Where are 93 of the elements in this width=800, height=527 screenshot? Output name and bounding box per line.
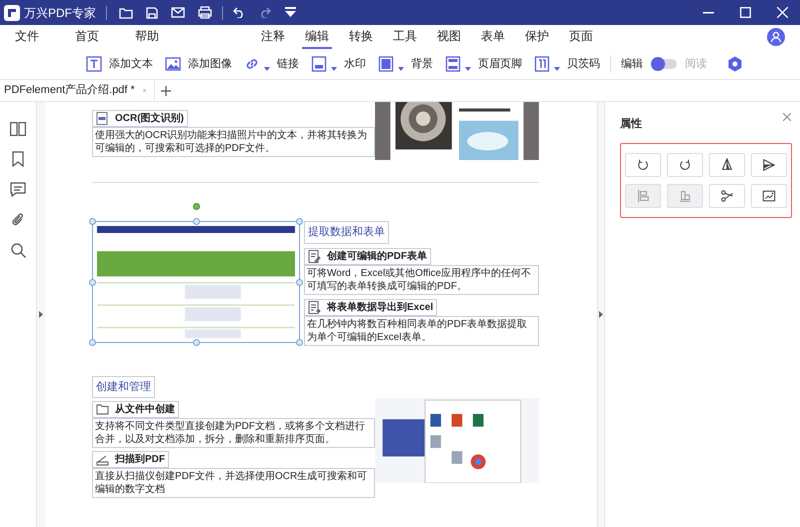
feature-description: 直接从扫描仪创建PDF文件，并选择使用OCR生成可搜索和可编辑的数字文档 xyxy=(92,468,376,498)
bookmark-icon[interactable] xyxy=(12,151,24,167)
document-export-icon xyxy=(308,300,321,314)
feature-title: 扫描到PDF xyxy=(92,451,169,468)
menu-tab[interactable]: 转换 xyxy=(346,25,376,49)
tool-button[interactable] xyxy=(625,152,661,176)
menu-item[interactable]: 文件 xyxy=(12,25,42,49)
link-icon xyxy=(244,56,260,72)
rotate-right-icon xyxy=(678,158,692,172)
feature-description: 使用强大的OCR识别功能来扫描照片中的文本，并将其转换为可编辑的，可搜索和可选择的PDF文件。 xyxy=(92,127,376,157)
maximize-icon[interactable] xyxy=(740,7,751,18)
paperclip-icon[interactable] xyxy=(11,212,25,228)
tool-button[interactable] xyxy=(709,184,745,208)
folder-icon[interactable] xyxy=(119,6,133,18)
toolbar-button[interactable]: 背景 xyxy=(378,56,433,72)
menu-tab[interactable]: 编辑 xyxy=(302,25,332,49)
feature-description: 在几秒钟内将数百种相同表单的PDF表单数据提取为单个可编辑的Excel表单。 xyxy=(304,316,539,346)
resize-handle[interactable] xyxy=(193,339,200,346)
toolbar-button[interactable]: 贝茨码 xyxy=(534,56,600,72)
resize-handle[interactable] xyxy=(296,339,303,346)
menu-tab[interactable]: 注释 xyxy=(258,25,288,49)
tool-button[interactable] xyxy=(709,152,745,176)
menu-tab[interactable]: 工具 xyxy=(390,25,420,49)
align-left-icon xyxy=(636,188,650,202)
mail-icon[interactable] xyxy=(171,7,185,18)
toolbar-button[interactable]: 水印 xyxy=(311,56,366,72)
resize-handle[interactable] xyxy=(193,218,200,225)
feature-description: 可将Word，Excel或其他Office应用程序中的任何不可填写的表单转换成可编辑的PDF。 xyxy=(304,264,539,294)
feature-title: 将表单数据导出到Excel xyxy=(304,298,438,316)
panel-title: 属性 xyxy=(620,116,642,132)
toolbar-button[interactable]: 页眉页脚 xyxy=(445,56,522,72)
close-icon[interactable] xyxy=(777,7,788,18)
image-icon xyxy=(165,56,181,72)
resize-handle[interactable] xyxy=(296,279,303,286)
watermark-icon xyxy=(311,56,327,72)
feature-title: OCR(图文识别) xyxy=(92,110,188,127)
menu-item[interactable]: 帮助 xyxy=(132,25,162,49)
feature-title: 创建可编辑的PDF表单 xyxy=(304,248,431,264)
feature-description: 支持将不同文件类型直接创建为PDF文档，或将多个文档进行合并，以及对文档添加，拆分，删除和重新排序页面。 xyxy=(92,418,376,448)
print-icon[interactable] xyxy=(198,6,212,19)
search-icon[interactable] xyxy=(10,243,26,258)
image-replace-icon xyxy=(762,188,776,202)
tool-button[interactable] xyxy=(751,184,787,208)
mode-toggle[interactable] xyxy=(651,59,677,69)
resize-handle[interactable] xyxy=(89,218,96,225)
save-icon[interactable] xyxy=(146,6,158,18)
menu-tab[interactable]: 页面 xyxy=(566,25,596,49)
plus-icon xyxy=(161,86,171,96)
menu-tab[interactable]: 视图 xyxy=(434,25,464,49)
undo-icon[interactable] xyxy=(233,7,245,18)
document-icon xyxy=(96,112,109,125)
rotate-left-icon xyxy=(636,158,650,172)
expand-arrow-icon[interactable] xyxy=(39,311,43,318)
section-heading: 提取数据和表单 xyxy=(304,221,389,244)
menu-tab[interactable]: 表单 xyxy=(478,25,508,49)
close-tab-icon[interactable] xyxy=(142,87,146,94)
rotate-handle[interactable] xyxy=(193,203,200,210)
comment-icon[interactable] xyxy=(10,182,26,197)
background-icon xyxy=(378,56,394,72)
resize-handle[interactable] xyxy=(89,279,96,286)
dropdown-icon[interactable] xyxy=(285,7,296,18)
folder-icon xyxy=(96,403,109,416)
tool-button[interactable] xyxy=(667,152,703,176)
header-footer-icon xyxy=(445,56,461,72)
resize-handle[interactable] xyxy=(296,218,303,225)
edit-mode-label: 编辑 xyxy=(621,56,643,72)
pages-icon[interactable] xyxy=(10,122,26,136)
resize-handle[interactable] xyxy=(89,339,96,346)
close-panel-icon[interactable] xyxy=(783,113,791,121)
window-title: 万兴PDF专家 xyxy=(24,4,96,22)
minimize-icon[interactable] xyxy=(703,12,714,14)
redo-icon[interactable] xyxy=(259,7,271,18)
flip-vertical-icon xyxy=(720,158,734,172)
flip-horizontal-icon xyxy=(762,158,776,172)
form-edit-icon xyxy=(308,250,321,262)
scissors-icon xyxy=(720,188,734,202)
toolbar-button[interactable]: 添加文本 xyxy=(86,56,153,72)
menu-item[interactable]: 首页 xyxy=(72,25,102,49)
collapse-arrow-icon[interactable] xyxy=(599,311,603,318)
app-logo-icon xyxy=(4,4,20,20)
scanner-icon xyxy=(96,453,109,466)
hexagon-settings-icon[interactable] xyxy=(727,56,743,72)
toolbar-button[interactable]: 链接 xyxy=(244,56,299,72)
read-mode-label: 阅读 xyxy=(685,56,707,72)
tool-button[interactable] xyxy=(751,152,787,176)
user-avatar-icon[interactable] xyxy=(767,28,785,46)
align-bottom-icon xyxy=(678,188,692,202)
page-number-icon xyxy=(534,56,550,72)
menu-tab[interactable]: 保护 xyxy=(522,25,552,49)
section-heading: 创建和管理 xyxy=(92,376,155,398)
feature-title: 从文件中创建 xyxy=(92,401,179,418)
toolbar-button[interactable]: 添加图像 xyxy=(165,56,232,72)
text-box-icon xyxy=(86,56,102,72)
